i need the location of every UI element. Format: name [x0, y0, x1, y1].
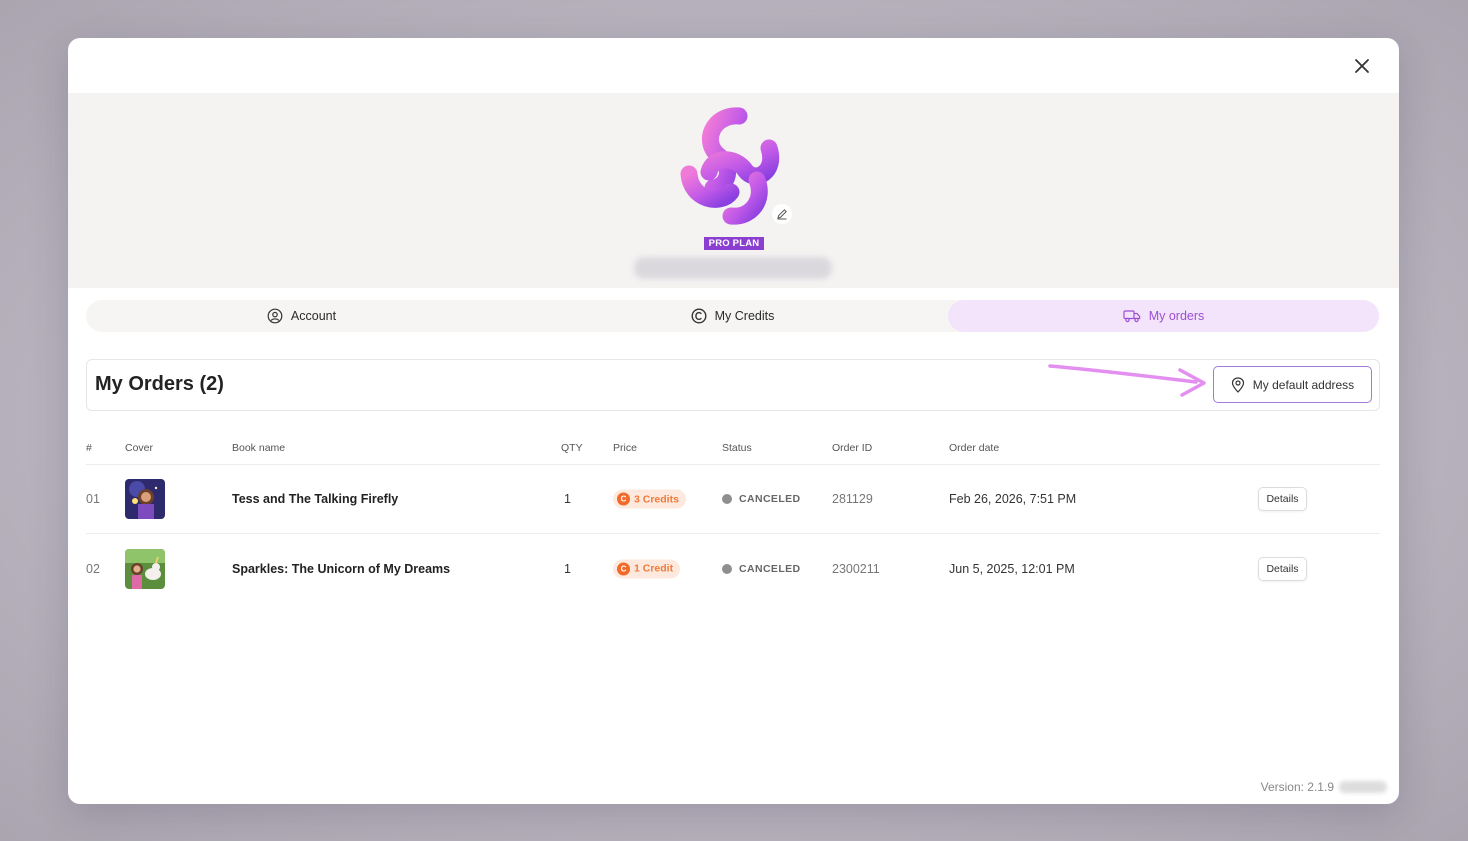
status-dot-icon	[722, 563, 732, 574]
tab-my-orders-label: My orders	[1148, 309, 1205, 323]
profile-modal: PRO PLAN Account My Credits My orders My…	[68, 38, 1399, 804]
order-date: Jun 5, 2025, 12:01 PM	[949, 561, 1075, 576]
price-badge: C 1 Credit	[613, 559, 681, 578]
tab-account[interactable]: Account	[86, 300, 517, 332]
book-name: Tess and The Talking Firefly	[232, 492, 399, 506]
tab-bar: Account My Credits My orders	[86, 300, 1379, 332]
table-row: 02 Sparkles: The Unicorn of My Dreams 1 …	[86, 534, 1380, 603]
details-button-wrap: Details	[1258, 487, 1307, 511]
col-number: #	[86, 442, 92, 454]
user-circle-icon	[267, 308, 283, 324]
col-status: Status	[722, 442, 752, 454]
version-label: Version: 2.1.9	[1260, 780, 1334, 794]
status-badge: CANCELED	[722, 493, 801, 505]
order-date: Feb 26, 2026, 7:51 PM	[949, 492, 1077, 506]
table-header: # Cover Book name QTY Price Status Order…	[86, 433, 1380, 465]
version-build-redacted	[1339, 781, 1387, 793]
col-order-date: Order date	[949, 442, 1000, 454]
pencil-icon	[777, 209, 787, 220]
details-button[interactable]: Details	[1258, 556, 1307, 581]
close-icon	[1355, 59, 1369, 73]
quantity: 1	[564, 492, 571, 506]
copyright-coin-icon	[691, 308, 707, 324]
status-dot-icon	[722, 494, 732, 504]
order-id: 281129	[832, 492, 873, 506]
status-label: CANCELED	[739, 493, 801, 505]
plan-badge: PRO PLAN	[704, 237, 764, 250]
details-button-wrap: Details	[1258, 556, 1307, 581]
col-order-id: Order ID	[832, 442, 873, 454]
truck-icon	[1123, 310, 1140, 323]
location-pin-icon	[1231, 376, 1244, 393]
status-label: CANCELED	[739, 562, 801, 575]
app-version: Version: 2.1.9	[1261, 780, 1387, 794]
tab-account-label: Account	[290, 309, 337, 323]
details-button[interactable]: Details	[1258, 487, 1307, 511]
annotation-arrow	[1048, 364, 1206, 397]
price-label: 3 Credits	[634, 493, 679, 505]
credit-coin-icon: C	[617, 562, 630, 575]
status-badge: CANCELED	[722, 563, 801, 575]
price: C 1 Credit	[613, 559, 681, 578]
order-id: 2300211	[832, 561, 880, 576]
user-email-redacted	[634, 257, 832, 279]
col-book-name: Book name	[232, 442, 286, 454]
page-title: My Orders (2)	[95, 373, 224, 395]
my-default-address-button[interactable]: My default address	[1213, 366, 1372, 403]
price-badge: C 3 Credits	[613, 489, 686, 509]
edit-avatar-button[interactable]	[772, 204, 792, 224]
quantity: 1	[564, 561, 571, 576]
row-number: 01	[86, 492, 100, 506]
book-cover-image[interactable]	[125, 548, 165, 589]
row-number: 02	[86, 561, 100, 576]
book-cover-image[interactable]	[125, 479, 165, 519]
price-label: 1 Credit	[634, 562, 674, 575]
tab-my-credits[interactable]: My Credits	[517, 300, 948, 332]
orders-table: # Cover Book name QTY Price Status Order…	[86, 433, 1380, 603]
my-default-address-label: My default address	[1252, 377, 1355, 392]
book-name: Sparkles: The Unicorn of My Dreams	[232, 561, 451, 576]
tab-my-orders[interactable]: My orders	[948, 300, 1379, 332]
price: C 3 Credits	[613, 489, 686, 509]
col-cover: Cover	[125, 442, 154, 454]
credit-coin-icon: C	[617, 492, 630, 506]
col-qty: QTY	[561, 442, 583, 454]
tab-my-credits-label: My Credits	[714, 309, 775, 323]
table-row: 01 Tess and The Talking Firefly 1 C 3 Cr…	[86, 465, 1380, 534]
col-price: Price	[613, 442, 637, 454]
profile-header: PRO PLAN	[68, 93, 1399, 288]
close-button[interactable]	[1351, 55, 1373, 77]
